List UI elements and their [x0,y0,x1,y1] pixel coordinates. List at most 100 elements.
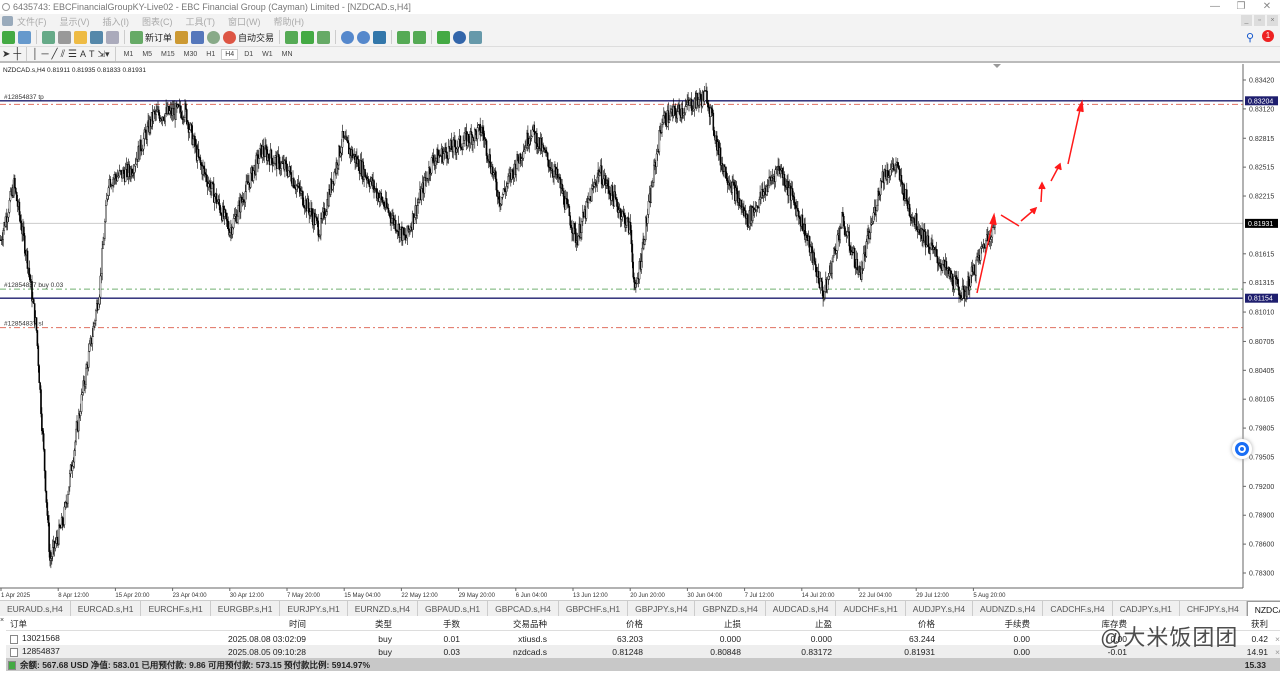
mdi-close-button[interactable]: × [1267,15,1278,26]
mdi-minimize-button[interactable]: _ [1241,15,1252,26]
sl-label: #12854837 sl [4,321,44,328]
market-watch-icon[interactable] [42,30,55,44]
tab-gbpaud-s-h1[interactable]: GBPAUD.s,H1 [418,601,489,616]
tab-gbpchf-s-h1[interactable]: GBPCHF.s,H1 [559,601,629,616]
periods-icon[interactable] [453,30,467,44]
account-summary-row: 余额: 567.68 USD 净值: 583.01 已用预付款: 9.86 可用… [6,658,1280,671]
timeframe-h4[interactable]: H4 [221,48,239,60]
candle [968,272,970,296]
timeframe-m5[interactable]: M5 [139,50,155,59]
indicators-icon[interactable] [437,30,451,44]
zoom-in-icon[interactable] [341,30,355,44]
candle [938,256,940,268]
close-button[interactable]: ✕ [1254,0,1280,14]
table-row[interactable]: 13021568 2025.08.08 03:02:09 buy 0.01 xtiusd… [6,632,1280,645]
candle [202,159,204,181]
trendline-icon[interactable]: ╱ [52,49,58,60]
tab-cadjpy-s-h1[interactable]: CADJPY.s,H1 [1113,601,1180,616]
tab-eurgbp-s-h1[interactable]: EURGBP.s,H1 [211,601,281,616]
timeframe-m1[interactable]: M1 [121,50,137,59]
tab-audjpy-s-h4[interactable]: AUDJPY.s,H4 [906,601,974,616]
candle [593,174,596,189]
timeframe-m30[interactable]: M30 [181,50,201,59]
candle [276,150,279,169]
templates-icon[interactable] [469,30,483,44]
data-window-icon[interactable] [58,30,71,44]
text-icon[interactable]: A [80,49,86,59]
candle [489,148,491,169]
tab-eurnzd-s-h4[interactable]: EURNZD.s,H4 [348,601,418,616]
tab-audchf-s-h1[interactable]: AUDCHF.s,H1 [836,601,906,616]
fibonacci-icon[interactable]: ☰ [68,49,77,60]
signals-icon[interactable] [191,30,205,44]
close-order-icon[interactable]: × [1275,647,1280,657]
price-chart[interactable]: #12854837 tp #12854837 buy 0.03 #12854837 … [0,64,1280,600]
tab-audnzd-s-h4[interactable]: AUDNZD.s,H4 [973,601,1044,616]
time-tick-label: 20 Jun 20:00 [630,593,665,599]
menu-file[interactable]: 文件(F) [17,15,47,28]
menu-tools[interactable]: 工具(T) [186,15,216,28]
floating-assistant-button[interactable] [1232,439,1252,459]
tile-windows-icon[interactable] [373,30,387,44]
menu-help[interactable]: 帮助(H) [274,15,305,28]
search-icon[interactable]: ⚲ [1246,31,1254,44]
mdi-restore-button[interactable]: ▫ [1254,15,1265,26]
table-row[interactable]: 12854837 2025.08.05 09:10:28 buy 0.03 nzdcad… [6,645,1280,658]
cursor-icon[interactable]: ➤ [2,49,10,60]
minimize-button[interactable]: — [1202,0,1228,14]
tab-gbpjpy-s-h4[interactable]: GBPJPY.s,H4 [628,601,696,616]
vertical-line-icon[interactable]: │ [32,49,38,60]
zoom-out-icon[interactable] [357,30,371,44]
column-header-11: 获利 [1250,619,1268,629]
metaeditor-icon[interactable] [175,30,189,44]
notification-badge[interactable]: 1 [1262,30,1274,42]
channel-icon[interactable]: ⫽ [61,49,65,60]
profiles-icon[interactable] [18,30,31,44]
candle [116,169,119,182]
auto-trading-button[interactable]: 自动交易 [223,30,274,44]
tester-icon[interactable] [106,30,119,44]
auto-scroll-icon[interactable] [413,30,427,44]
price-tick-label: 0.80705 [1249,339,1274,346]
new-chart-icon[interactable] [2,30,15,44]
time-tick-label: 15 Apr 20:00 [115,593,150,599]
bar-chart-icon[interactable] [285,30,299,44]
navigator-icon[interactable] [74,30,87,44]
chart-shift-icon[interactable] [397,30,411,44]
close-terminal-icon[interactable]: × [0,617,4,624]
tab-gbpcad-s-h4[interactable]: GBPCAD.s,H4 [488,601,559,616]
line-chart-icon[interactable] [317,30,331,44]
crosshair-icon[interactable]: ┼ [13,48,21,60]
timeframe-m15[interactable]: M15 [158,50,178,59]
menu-view[interactable]: 显示(V) [60,15,90,28]
candlestick-chart[interactable]: #12854837 tp #12854837 buy 0.03 #12854837 … [0,64,1280,600]
new-order-button[interactable]: 新订单 [130,30,172,44]
tab-chfjpy-s-h4[interactable]: CHFJPY.s,H4 [1180,601,1247,616]
horizontal-line-icon[interactable]: ─ [41,49,48,60]
timeframe-h1[interactable]: H1 [203,50,218,59]
tab-nzdcad-s-h4[interactable]: NZDCAD.s,H4 [1246,601,1280,616]
candle [735,180,737,206]
time-tick-label: 8 Apr 12:00 [58,593,89,599]
tab-eurjpy-s-h1[interactable]: EURJPY.s,H1 [280,601,348,616]
close-order-icon[interactable]: × [1275,634,1280,644]
candle [357,155,360,171]
community-icon[interactable] [207,30,221,44]
menu-charts[interactable]: 图表(C) [142,15,173,28]
timeframe-d1[interactable]: D1 [241,50,256,59]
tab-euraud-s-h4[interactable]: EURAUD.s,H4 [0,601,71,616]
tab-gbpnzd-s-h4[interactable]: GBPNZD.s,H4 [695,601,766,616]
terminal-icon[interactable] [90,30,103,44]
timeframe-w1[interactable]: W1 [259,50,276,59]
menu-insert[interactable]: 插入(I) [103,15,130,28]
timeframe-mn[interactable]: MN [279,50,296,59]
text-label-icon[interactable]: T [89,49,95,59]
arrows-icon[interactable]: ⇲▾ [98,49,110,60]
tab-eurcad-s-h1[interactable]: EURCAD.s,H1 [71,601,142,616]
maximize-button[interactable]: ❐ [1228,0,1254,14]
tab-cadchf-s-h4[interactable]: CADCHF.s,H4 [1043,601,1113,616]
tab-eurchf-s-h1[interactable]: EURCHF.s,H1 [141,601,211,616]
menu-window[interactable]: 窗口(W) [228,15,261,28]
tab-audcad-s-h4[interactable]: AUDCAD.s,H4 [766,601,837,616]
candlestick-icon[interactable] [301,30,315,44]
